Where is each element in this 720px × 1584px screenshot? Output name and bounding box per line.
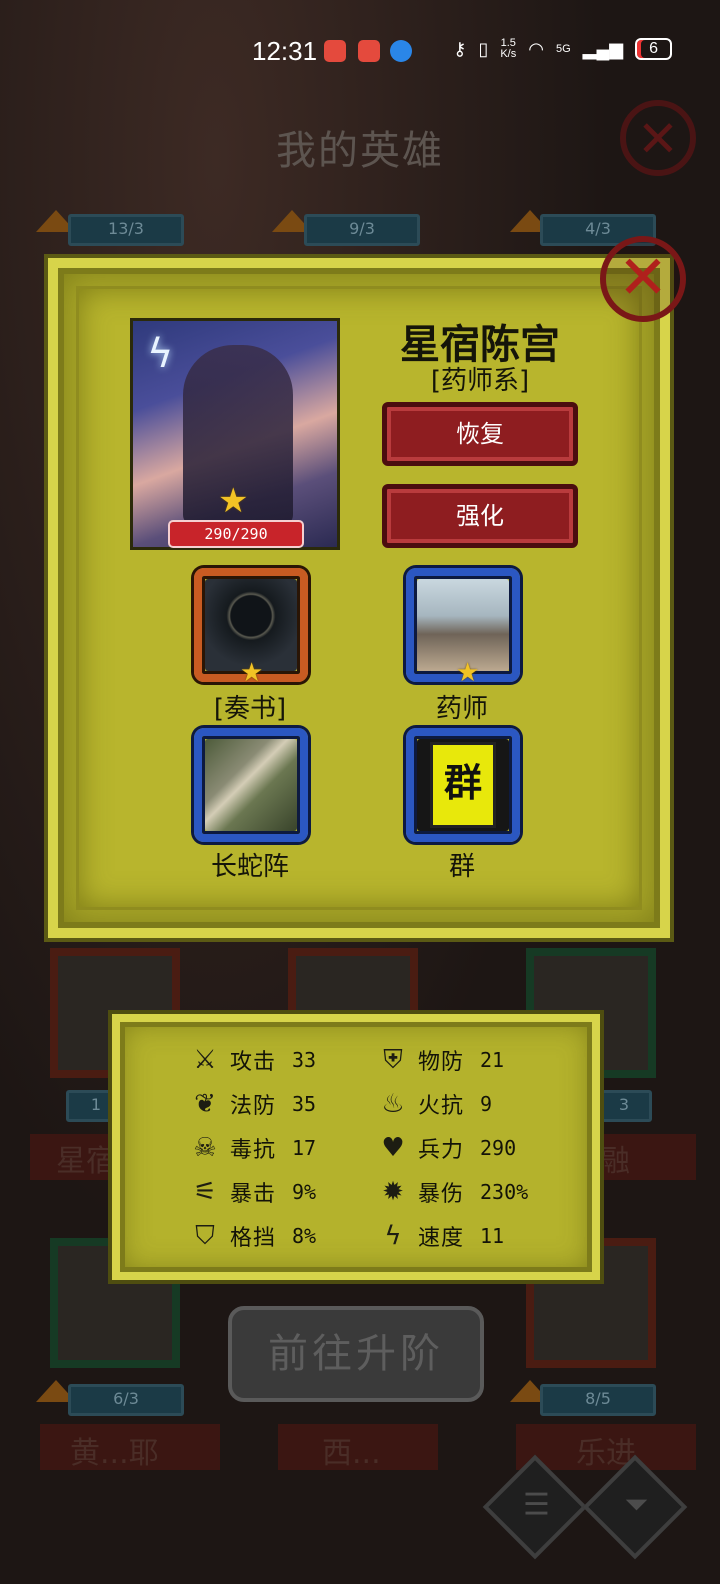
stat-value: 17 [292,1136,317,1160]
skill-slot-label: 药师 [435,694,488,724]
status-time: 12:31 [252,36,318,66]
hero-class: [药师系] [430,366,530,396]
notification-app-icon [324,40,346,62]
block-shield-icon: ⛉ [195,1221,215,1251]
go-upgrade-button: 前往升阶 [228,1306,484,1402]
filter-icon: ⏷ [624,1487,649,1523]
heart-icon: ♥ [381,1133,405,1163]
stat-troops: ♥ 兵力 290 [376,1130,516,1166]
stat-block: ⛉ 格挡 8% [188,1218,316,1254]
hero-count-badge: 8/5 [540,1384,656,1416]
stat-label: 火抗 [418,1094,465,1119]
enhance-button[interactable]: 强化 [382,484,578,548]
skill-slot-book[interactable]: ★ [194,568,308,688]
hp-bar: 290/290 [168,520,304,548]
list-icon: ☰ [522,1487,550,1523]
hero-count-badge: 9/3 [304,214,420,246]
close-icon[interactable]: ✕ [600,236,686,322]
vibrate-icon: ▯ [478,38,489,59]
stat-label: 速度 [418,1226,465,1251]
background-close-icon: ✕ [620,100,696,176]
stat-physical-defense: ⛨ 物防 21 [376,1042,504,1078]
stat-label: 法防 [230,1094,277,1119]
stat-label: 毒抗 [230,1138,277,1163]
hero-portrait[interactable]: ϟ ★ [130,318,340,550]
faction-art: 群 [417,739,509,831]
stat-value: 21 [480,1048,505,1072]
net-speed: 1.5 K/s [500,38,516,60]
stat-fire-resist: ♨ 火抗 9 [376,1086,492,1122]
hero-count-badge: 3 [596,1090,652,1122]
claw-icon: ⚟ [193,1177,217,1207]
notification-message-icon [390,40,412,62]
stat-value: 9 [480,1092,493,1116]
stat-value: 11 [480,1224,505,1248]
stat-speed: ϟ 速度 11 [376,1218,504,1254]
formation-slot-label: 长蛇阵 [210,852,289,882]
leaf-icon: ❦ [194,1089,216,1119]
hero-name: 融 [600,1144,630,1179]
star-icon: ★ [240,658,264,688]
net-speed-unit: K/s [500,48,517,60]
crossed-swords-icon: ⚔ [193,1045,217,1075]
key-icon: ⚷ [453,38,467,59]
skull-icon: ☠ [193,1133,217,1163]
stat-poison-resist: ☠ 毒抗 17 [188,1130,316,1166]
wifi-icon: ◠ [528,38,544,59]
stat-label: 物防 [418,1050,465,1075]
stat-value: 9% [292,1180,317,1204]
lightning-effect-icon: ϟ [147,331,174,377]
faction-flag-icon: 群 [430,742,496,828]
shield-icon: ⛨ [383,1045,403,1075]
notification-battery-app-icon [358,40,380,62]
stat-label: 兵力 [418,1138,465,1163]
stat-value: 35 [292,1092,317,1116]
page-title: 我的英雄 [276,128,444,174]
faction-slot[interactable]: 群 [406,728,520,842]
hero-count-badge: 6/3 [68,1384,184,1416]
restore-button[interactable]: 恢复 [382,402,578,466]
stat-label: 攻击 [230,1050,277,1075]
lightning-icon: ϟ [384,1221,402,1251]
fire-icon: ♨ [381,1089,405,1119]
star-icon: ★ [456,658,480,688]
stats-panel [112,1014,600,1280]
formation-art [205,739,297,831]
stat-value: 290 [480,1136,517,1160]
stat-label: 暴伤 [418,1182,465,1207]
stat-crit-damage: ✹ 暴伤 230% [376,1174,528,1210]
sort-list-button: ☰ [482,1454,588,1560]
stat-value: 8% [292,1224,317,1248]
formation-slot[interactable] [194,728,308,842]
stat-attack: ⚔ 攻击 33 [188,1042,316,1078]
battery-indicator: 6 [635,38,672,60]
hero-name: 星宿 [56,1144,116,1179]
hero-count-badge: 13/3 [68,214,184,246]
hero-name: 西... [322,1436,381,1471]
stat-value: 33 [292,1048,317,1072]
stat-crit: ⚟ 暴击 9% [188,1174,316,1210]
stat-label: 格挡 [230,1226,277,1251]
signal-label: 5G [555,43,571,55]
faction-slot-label: 群 [448,852,475,882]
skill-slot-label: [奏书] [213,694,287,724]
stat-label: 暴击 [230,1182,277,1207]
signal-icon: ▂▄▆ [582,38,624,59]
bomb-icon: ✹ [382,1177,404,1207]
skill-slot-doctor[interactable]: ★ [406,568,520,688]
stat-value: 230% [480,1180,529,1204]
status-bar: 12:31 ⚷ ▯ 1.5 K/s ◠ 5G ▂▄▆ 6 [0,0,720,100]
star-icon: ★ [218,481,249,521]
stat-magic-defense: ❦ 法防 35 [188,1086,316,1122]
status-right-icons: ⚷ ▯ 1.5 K/s ◠ 5G ▂▄▆ 6 [453,38,672,60]
hero-name: 黄...耶 [70,1436,159,1471]
